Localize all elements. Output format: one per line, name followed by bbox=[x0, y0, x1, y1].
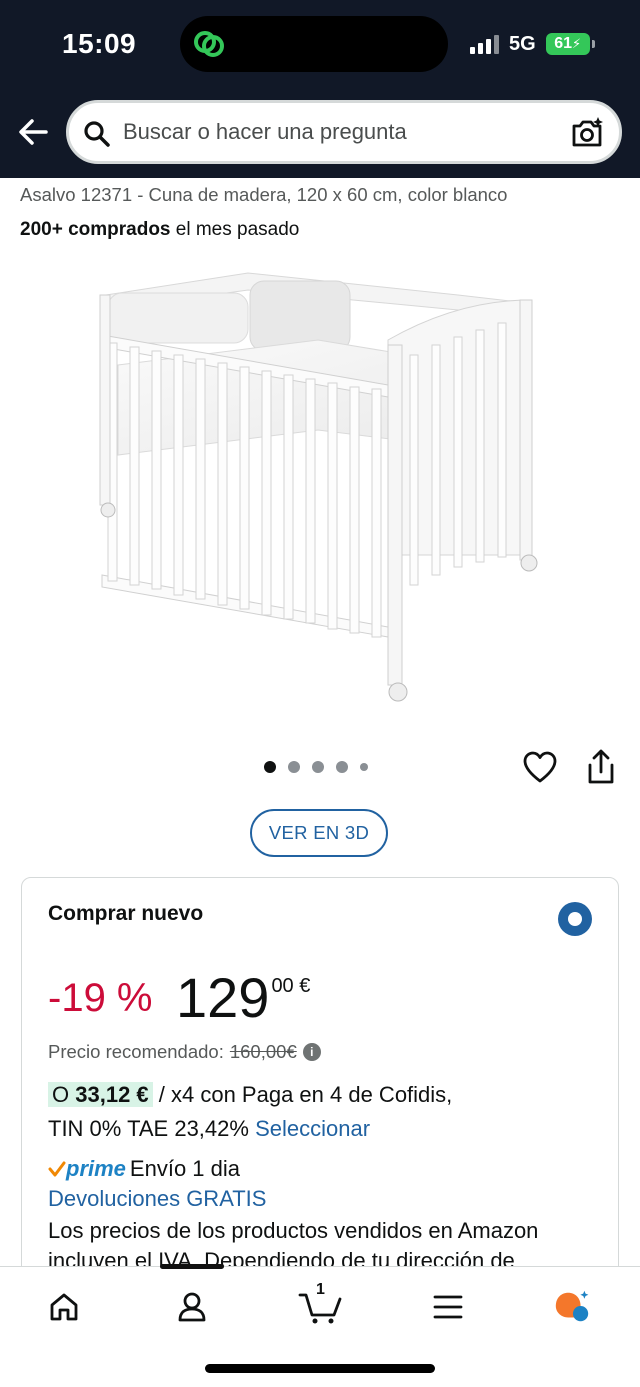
rufus-icon bbox=[555, 1290, 589, 1322]
carousel-dot[interactable] bbox=[360, 763, 368, 771]
free-returns-link[interactable]: Devoluciones GRATIS bbox=[48, 1186, 266, 1212]
share-icon[interactable] bbox=[584, 748, 618, 786]
price-whole: 129 bbox=[176, 966, 270, 1029]
home-icon bbox=[50, 1293, 78, 1321]
installment-select-link[interactable]: Seleccionar bbox=[255, 1116, 370, 1141]
active-tab-indicator bbox=[160, 1264, 224, 1269]
search-input[interactable] bbox=[123, 111, 553, 153]
info-icon[interactable]: i bbox=[302, 1043, 321, 1061]
network-type: 5G bbox=[509, 32, 536, 55]
home-indicator bbox=[205, 1364, 435, 1373]
signal-icon bbox=[470, 34, 499, 54]
camera-search-icon[interactable] bbox=[569, 115, 605, 151]
carousel-dot[interactable] bbox=[288, 761, 300, 773]
view-3d-button[interactable]: VER EN 3D bbox=[250, 809, 388, 857]
installment-amount-badge: O 33,12 € bbox=[48, 1082, 153, 1107]
product-title[interactable]: Asalvo 12371 - Cuna de madera, 120 x 60 … bbox=[20, 184, 507, 206]
nav-home[interactable] bbox=[44, 1287, 84, 1327]
menu-icon bbox=[433, 1295, 463, 1319]
top-bar: 15:09 5G 61 ⚡ bbox=[0, 0, 640, 178]
carousel-dot[interactable] bbox=[264, 761, 276, 773]
chat-bubbles-icon bbox=[194, 31, 224, 57]
price-fraction: 00 € bbox=[271, 975, 311, 997]
purchase-count: 200+ comprados el mes pasado bbox=[20, 219, 300, 240]
recommended-price: Precio recomendado: 160,00€ i bbox=[48, 1041, 321, 1063]
back-arrow-icon[interactable] bbox=[14, 112, 54, 152]
carousel-dot[interactable] bbox=[312, 761, 324, 773]
prime-check-icon bbox=[48, 1161, 66, 1177]
original-price: 160,00€ bbox=[229, 1041, 297, 1062]
carousel-dot[interactable] bbox=[336, 761, 348, 773]
discount-percentage: -19 % bbox=[48, 976, 153, 1020]
status-indicators: 5G 61 ⚡ bbox=[470, 30, 595, 58]
nav-account[interactable] bbox=[172, 1287, 212, 1327]
search-icon bbox=[84, 121, 110, 147]
nav-menu[interactable] bbox=[428, 1287, 468, 1327]
dynamic-island bbox=[180, 16, 448, 72]
search-bar[interactable] bbox=[66, 100, 622, 164]
account-icon bbox=[178, 1292, 206, 1322]
prime-logo: prime bbox=[48, 1156, 126, 1182]
status-time: 15:09 bbox=[62, 28, 137, 59]
buy-new-radio[interactable] bbox=[558, 902, 592, 936]
nav-rufus[interactable] bbox=[552, 1287, 592, 1327]
delivery-text: Envío 1 dia bbox=[129, 1156, 240, 1181]
buy-new-heading: Comprar nuevo bbox=[48, 902, 204, 925]
cart-count: 1 bbox=[316, 1281, 325, 1298]
product-image[interactable] bbox=[88, 255, 548, 715]
prime-delivery: prime Envío 1 dia bbox=[48, 1156, 240, 1182]
installment-offer: O 33,12 € / x4 con Paga en 4 de Cofidis,… bbox=[48, 1082, 453, 1141]
heart-icon[interactable] bbox=[522, 750, 558, 786]
image-carousel-indicator bbox=[264, 761, 368, 773]
battery-icon: 61 ⚡ bbox=[545, 33, 595, 55]
price: 129 00 € bbox=[176, 968, 310, 1028]
nav-cart[interactable]: 1 bbox=[296, 1281, 344, 1327]
